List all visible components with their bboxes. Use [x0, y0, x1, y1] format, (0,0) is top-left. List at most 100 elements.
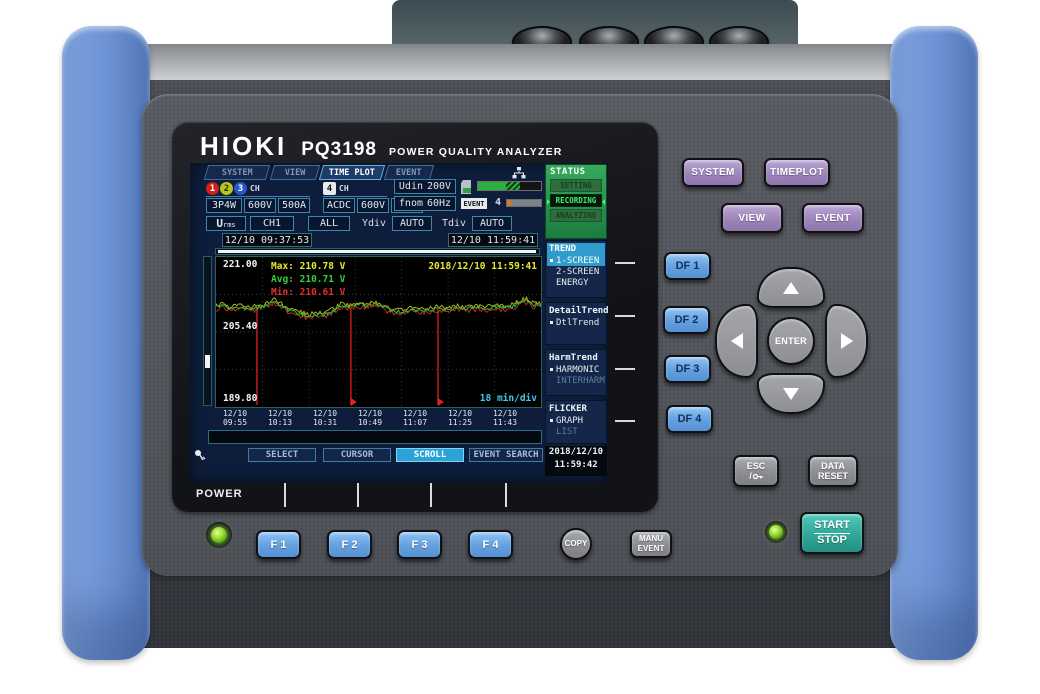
tdiv-value-box[interactable]: AUTO — [472, 216, 512, 231]
menu-item-list[interactable]: LIST — [547, 426, 605, 437]
ch4-underline — [323, 196, 387, 197]
manu-event-button[interactable]: MANU EVENT — [630, 530, 672, 558]
esc-button[interactable]: ESC / — [733, 455, 779, 487]
status-panel: STATUS SETTING RECORDING ANALYZING — [545, 164, 607, 239]
df4-button[interactable]: DF 4 — [666, 405, 713, 433]
enter-button[interactable]: ENTER — [767, 317, 815, 365]
timeplot-button[interactable]: TIMEPLOT — [764, 158, 830, 187]
udin-label: Udin — [399, 181, 423, 192]
param-box[interactable]: U rms — [206, 216, 246, 231]
menu-detail-header: DetailTrend — [547, 305, 605, 317]
all-box[interactable]: ALL — [308, 216, 350, 231]
menu-item-1-screen[interactable]: 1-SCREEN — [547, 255, 605, 266]
menu-detail-trend: DetailTrend DtlTrend — [545, 302, 607, 345]
ch4-badge: 4 — [323, 182, 336, 195]
lcd-screen: SYSTEM VIEW TIME PLOT EVENT STATUS SETTI… — [190, 163, 608, 482]
event-count-label: EVENT — [461, 198, 487, 209]
data-reset-button[interactable]: DATA RESET — [808, 455, 858, 487]
f2-button[interactable]: F 2 — [327, 530, 372, 559]
spec4-voltage: 600V — [357, 198, 389, 213]
menu-harm-header: HarmTrend — [547, 352, 605, 364]
x-tick-5: 12/1011:07 — [393, 409, 437, 427]
f2-mark — [357, 483, 359, 507]
status-analyzing: ANALYZING — [550, 209, 602, 222]
power-led — [211, 527, 227, 543]
event-count-value: 4 — [495, 197, 501, 208]
f1-button[interactable]: F 1 — [256, 530, 301, 559]
menu-item-harmonic[interactable]: HARMONIC — [547, 364, 605, 375]
product-subtitle: POWER QUALITY ANALYZER — [389, 146, 563, 158]
menu-item-dtltrend[interactable]: DtlTrend — [547, 317, 605, 328]
y-tick-bottom: 189.80 — [223, 393, 257, 404]
y-tick-top: 221.00 — [223, 259, 257, 270]
down-arrow-icon — [783, 388, 799, 400]
key-lock-icon — [193, 449, 206, 462]
up-arrow-icon — [783, 282, 799, 294]
df3-mark — [615, 368, 635, 370]
param-sub: rms — [223, 221, 236, 229]
menu-item-interharm[interactable]: INTERHARM — [547, 375, 605, 386]
menu-item-energy[interactable]: ENERGY — [547, 277, 605, 288]
channel-select-box[interactable]: CH1 — [250, 216, 294, 231]
udin-box: Udin200V — [394, 179, 456, 194]
x-tick-4: 12/1010:49 — [348, 409, 392, 427]
spec-current: 500A — [278, 198, 310, 213]
network-icon — [512, 167, 526, 179]
stat-avg: Avg: 210.71 V — [271, 274, 345, 285]
status-title: STATUS — [550, 167, 602, 177]
view-button[interactable]: VIEW — [721, 203, 783, 233]
x-tick-3: 12/1010:31 — [303, 409, 347, 427]
menu-item-2-screen[interactable]: 2-SCREEN — [547, 266, 605, 277]
event-list-strip — [208, 430, 542, 444]
clock-date: 2018/12/10 — [549, 447, 603, 457]
tab-view[interactable]: VIEW — [270, 165, 320, 180]
df2-button[interactable]: DF 2 — [663, 306, 710, 334]
horizontal-scrollbar[interactable] — [215, 248, 540, 255]
copy-button[interactable]: COPY — [560, 528, 592, 560]
power-label: POWER — [196, 488, 243, 500]
ch2-badge: 2 — [220, 182, 233, 195]
f1-mark — [284, 483, 286, 507]
df1-button[interactable]: DF 1 — [664, 252, 711, 280]
right-arrow-icon — [841, 333, 853, 349]
tab-system[interactable]: SYSTEM — [204, 165, 270, 180]
x-tick-6: 12/1011:25 — [438, 409, 482, 427]
df3-button[interactable]: DF 3 — [664, 355, 711, 383]
softkey-event-search[interactable]: EVENT SEARCH — [469, 448, 543, 462]
start-stop-button[interactable]: START STOP — [800, 512, 864, 554]
tab-event[interactable]: EVENT — [384, 165, 434, 180]
menu-harm-trend: HarmTrend HARMONIC INTERHARM — [545, 349, 607, 396]
system-button[interactable]: SYSTEM — [682, 158, 744, 187]
stat-max: Max: 210.78 V — [271, 261, 345, 272]
softkey-select[interactable]: SELECT — [248, 448, 316, 462]
param-main: U — [216, 217, 223, 230]
model-number: PQ3198 — [301, 139, 377, 161]
trend-chart: 221.00 205.40 189.80 Max: 210.78 V Avg: … — [215, 256, 542, 408]
y-tick-mid: 205.40 — [223, 321, 257, 332]
f3-mark — [430, 483, 432, 507]
event-button[interactable]: EVENT — [802, 203, 864, 233]
softkey-scroll[interactable]: SCROLL — [396, 448, 464, 462]
tab-time-plot[interactable]: TIME PLOT — [319, 165, 385, 180]
left-handle — [62, 26, 150, 660]
x-tick-2: 12/1010:13 — [258, 409, 302, 427]
f4-button[interactable]: F 4 — [468, 530, 513, 559]
trend-end-time: 12/10 11:59:41 — [448, 233, 538, 247]
ydiv-value-box[interactable]: AUTO — [392, 216, 432, 231]
df4-mark — [615, 420, 635, 422]
ch1-badge: 1 — [206, 182, 219, 195]
f3-button[interactable]: F 3 — [397, 530, 442, 559]
vertical-scrollbar[interactable] — [203, 256, 212, 406]
tdiv-label: Tdiv — [442, 218, 466, 229]
ch123-suffix: CH — [250, 184, 260, 193]
fnom-label: fnom — [399, 198, 423, 209]
spec-voltage: 600V — [244, 198, 276, 213]
device-photo: HIOKI PQ3198 POWER QUALITY ANALYZER SYST… — [0, 0, 1040, 694]
fnom-value: 60Hz — [427, 198, 451, 209]
esc-key-icon — [753, 473, 763, 480]
ch4-suffix: CH — [339, 184, 349, 193]
menu-item-graph[interactable]: GRAPH — [547, 415, 605, 426]
menu-trend: TREND 1-SCREEN 2-SCREEN ENERGY — [545, 240, 607, 298]
ch123-underline — [206, 196, 310, 197]
softkey-cursor[interactable]: CURSOR — [323, 448, 391, 462]
